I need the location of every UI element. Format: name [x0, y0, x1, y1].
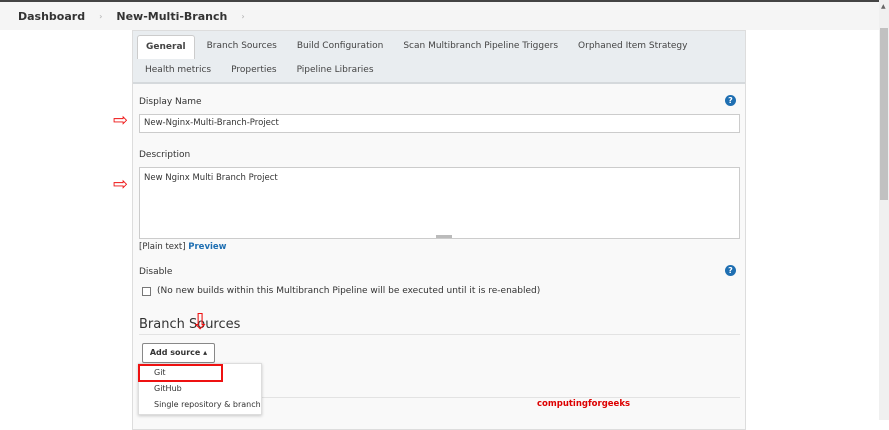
breadcrumb-separator-icon[interactable]: › [241, 12, 244, 21]
tab-health-metrics[interactable]: Health metrics [137, 59, 219, 83]
tab-general[interactable]: General [137, 35, 195, 59]
plain-text-label: [Plain text] [139, 242, 186, 252]
add-source-button[interactable]: Add source ▴ [142, 343, 215, 363]
add-source-menu: Git GitHub Single repository & branch [138, 363, 262, 415]
breadcrumb-project[interactable]: New-Multi-Branch [116, 10, 227, 23]
description-label: Description [139, 150, 191, 160]
watermark: computingforgeeks [537, 399, 631, 409]
disable-option: (No new builds within this Multibranch P… [142, 286, 540, 296]
disable-label: Disable [139, 267, 173, 277]
annotation-arrow-right-icon: ⇨ [113, 174, 129, 195]
tab-orphaned-item-strategy[interactable]: Orphaned Item Strategy [570, 35, 695, 59]
menu-item-github[interactable]: GitHub [139, 381, 261, 397]
help-icon[interactable]: ? [725, 95, 736, 106]
breadcrumb: Dashboard › New-Multi-Branch › [0, 0, 879, 30]
divider [139, 334, 740, 335]
menu-item-single-repository[interactable]: Single repository & branch [139, 397, 261, 413]
branch-sources-heading: Branch Sources [139, 317, 241, 332]
tab-properties[interactable]: Properties [223, 59, 284, 83]
tab-build-configuration[interactable]: Build Configuration [289, 35, 392, 59]
disable-checkbox[interactable] [142, 286, 151, 296]
annotation-arrow-down-icon: ⇩ [191, 310, 210, 335]
description-text: New Nginx Multi Branch Project [144, 173, 278, 183]
disable-checkbox-label[interactable]: (No new builds within this Multibranch P… [157, 286, 540, 296]
scrollbar[interactable]: ▲ [879, 0, 889, 420]
scrollbar-thumb[interactable] [880, 28, 888, 200]
menu-item-git[interactable]: Git [138, 364, 223, 382]
scroll-up-icon[interactable]: ▲ [881, 3, 886, 10]
display-name-label: Display Name [139, 97, 202, 107]
preview-link[interactable]: Preview [188, 242, 226, 252]
resize-handle[interactable] [436, 235, 452, 238]
tab-scan-triggers[interactable]: Scan Multibranch Pipeline Triggers [395, 35, 566, 59]
tab-pipeline-libraries[interactable]: Pipeline Libraries [289, 59, 382, 83]
breadcrumb-separator-icon: › [99, 11, 103, 21]
breadcrumb-dashboard[interactable]: Dashboard [18, 10, 85, 23]
format-hint: [Plain text] Preview [139, 242, 227, 252]
help-icon[interactable]: ? [725, 265, 736, 276]
annotation-arrow-right-icon: ⇨ [113, 110, 129, 131]
display-name-input[interactable]: New-Nginx-Multi-Branch-Project [139, 114, 740, 133]
tab-bar: General Branch Sources Build Configurati… [133, 31, 745, 84]
tab-branch-sources[interactable]: Branch Sources [199, 35, 285, 59]
description-textarea[interactable]: New Nginx Multi Branch Project [139, 167, 740, 239]
